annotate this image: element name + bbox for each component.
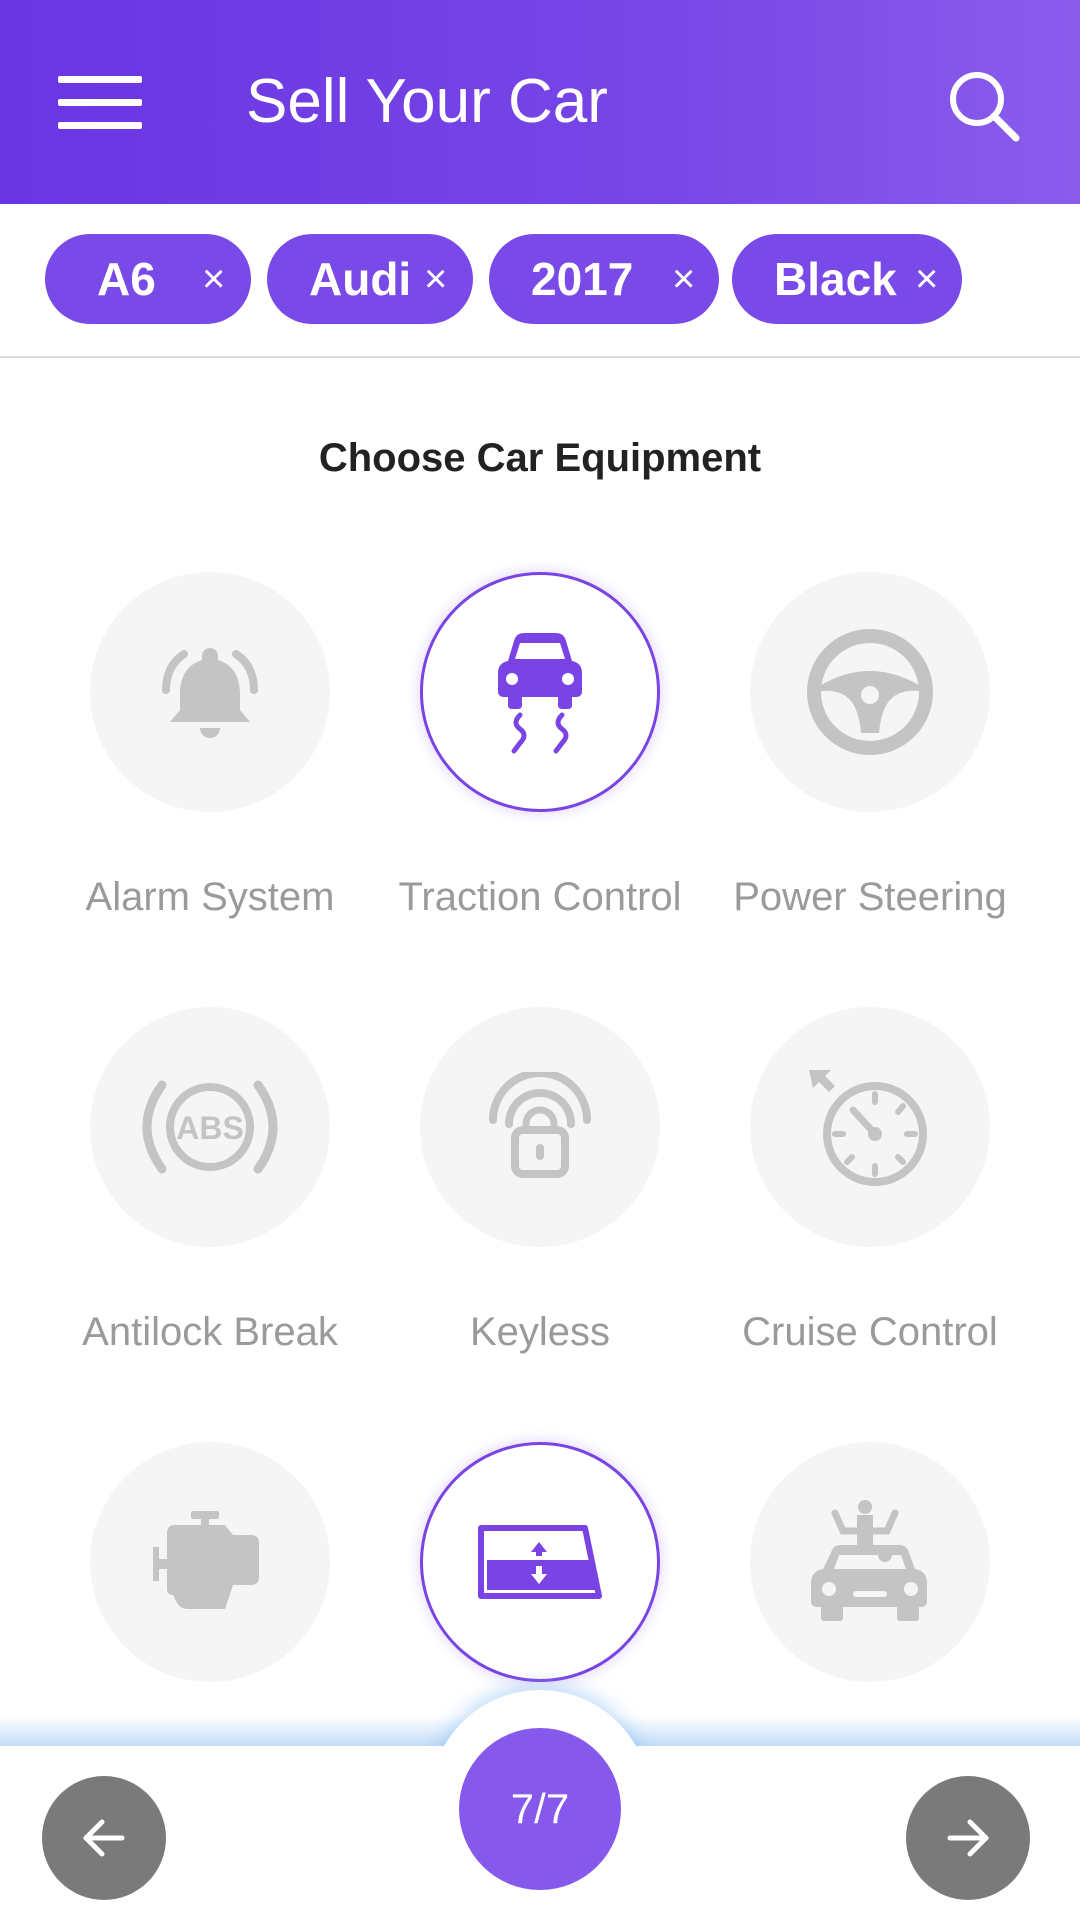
equipment-icon-circle	[420, 1007, 660, 1247]
filter-chip-color[interactable]: Black ×	[732, 234, 962, 324]
equipment-label: Power Steering	[733, 875, 1007, 919]
engine-icon	[153, 1511, 259, 1609]
equipment-icon-circle: ABS	[90, 1007, 330, 1247]
chip-label: Audi	[309, 253, 412, 305]
remove-chip-icon[interactable]: ×	[672, 256, 695, 302]
equipment-keyless[interactable]: Keyless	[390, 1007, 690, 1407]
previous-button[interactable]	[42, 1776, 166, 1900]
equipment-alarm-system[interactable]: Alarm System	[60, 572, 360, 972]
app-bar: Sell Your Car	[0, 0, 1080, 204]
remove-chip-icon[interactable]: ×	[202, 256, 225, 302]
equipment-icon-circle-selected	[420, 1442, 660, 1682]
equipment-icon-circle	[750, 1007, 990, 1247]
page-indicator: 7/7	[459, 1728, 621, 1890]
equipment-traction-control[interactable]: Traction Control	[390, 572, 690, 972]
chip-label: 2017	[531, 253, 634, 305]
arrow-left-icon	[83, 1819, 125, 1857]
power-window-icon	[478, 1525, 602, 1599]
search-icon	[950, 72, 1020, 142]
keyless-lock-icon	[489, 1072, 591, 1178]
equipment-icon-circle	[750, 1442, 990, 1682]
remove-chip-icon[interactable]: ×	[915, 256, 938, 302]
equipment-label: Alarm System	[85, 875, 335, 919]
equipment-label: Traction Control	[398, 875, 682, 919]
equipment-icon-circle	[90, 572, 330, 812]
equipment-icon-circle-selected	[420, 572, 660, 812]
equipment-label: Cruise Control	[742, 1310, 998, 1354]
alarm-bell-icon	[162, 648, 258, 738]
arrow-right-icon	[947, 1819, 989, 1857]
chip-label: Black	[774, 253, 897, 305]
filter-chip-year[interactable]: 2017 ×	[489, 234, 719, 324]
svg-text:ABS: ABS	[176, 1110, 244, 1146]
steering-wheel-icon	[807, 629, 933, 755]
next-button[interactable]	[906, 1776, 1030, 1900]
remove-chip-icon[interactable]: ×	[424, 256, 447, 302]
page-title: Sell Your Car	[246, 67, 608, 136]
filter-chip-make[interactable]: Audi ×	[267, 234, 473, 324]
menu-icon-line	[58, 76, 142, 83]
menu-button[interactable]	[58, 72, 142, 134]
equipment-antilock-break[interactable]: ABS Antilock Break	[60, 1007, 360, 1407]
chip-label: A6	[97, 253, 156, 305]
equipment-icon-circle	[90, 1442, 330, 1682]
convertible-car-icon	[811, 1500, 927, 1621]
section-title: Choose Car Equipment	[318, 436, 762, 480]
menu-icon-line	[58, 122, 142, 129]
equipment-label: Antilock Break	[82, 1310, 338, 1354]
search-button[interactable]	[946, 68, 1022, 144]
abs-icon: ABS	[142, 1080, 278, 1174]
speedometer-icon	[809, 1070, 927, 1186]
menu-icon-line	[58, 99, 142, 106]
filter-chip-model[interactable]: A6 ×	[45, 234, 251, 324]
equipment-cruise-control[interactable]: Cruise Control	[720, 1007, 1020, 1407]
filter-chips: A6 × Audi × 2017 × Black ×	[0, 204, 1080, 358]
equipment-label: Keyless	[469, 1310, 611, 1354]
equipment-icon-circle	[750, 572, 990, 812]
equipment-power-steering[interactable]: Power Steering	[720, 572, 1020, 972]
traction-control-icon	[498, 633, 582, 754]
